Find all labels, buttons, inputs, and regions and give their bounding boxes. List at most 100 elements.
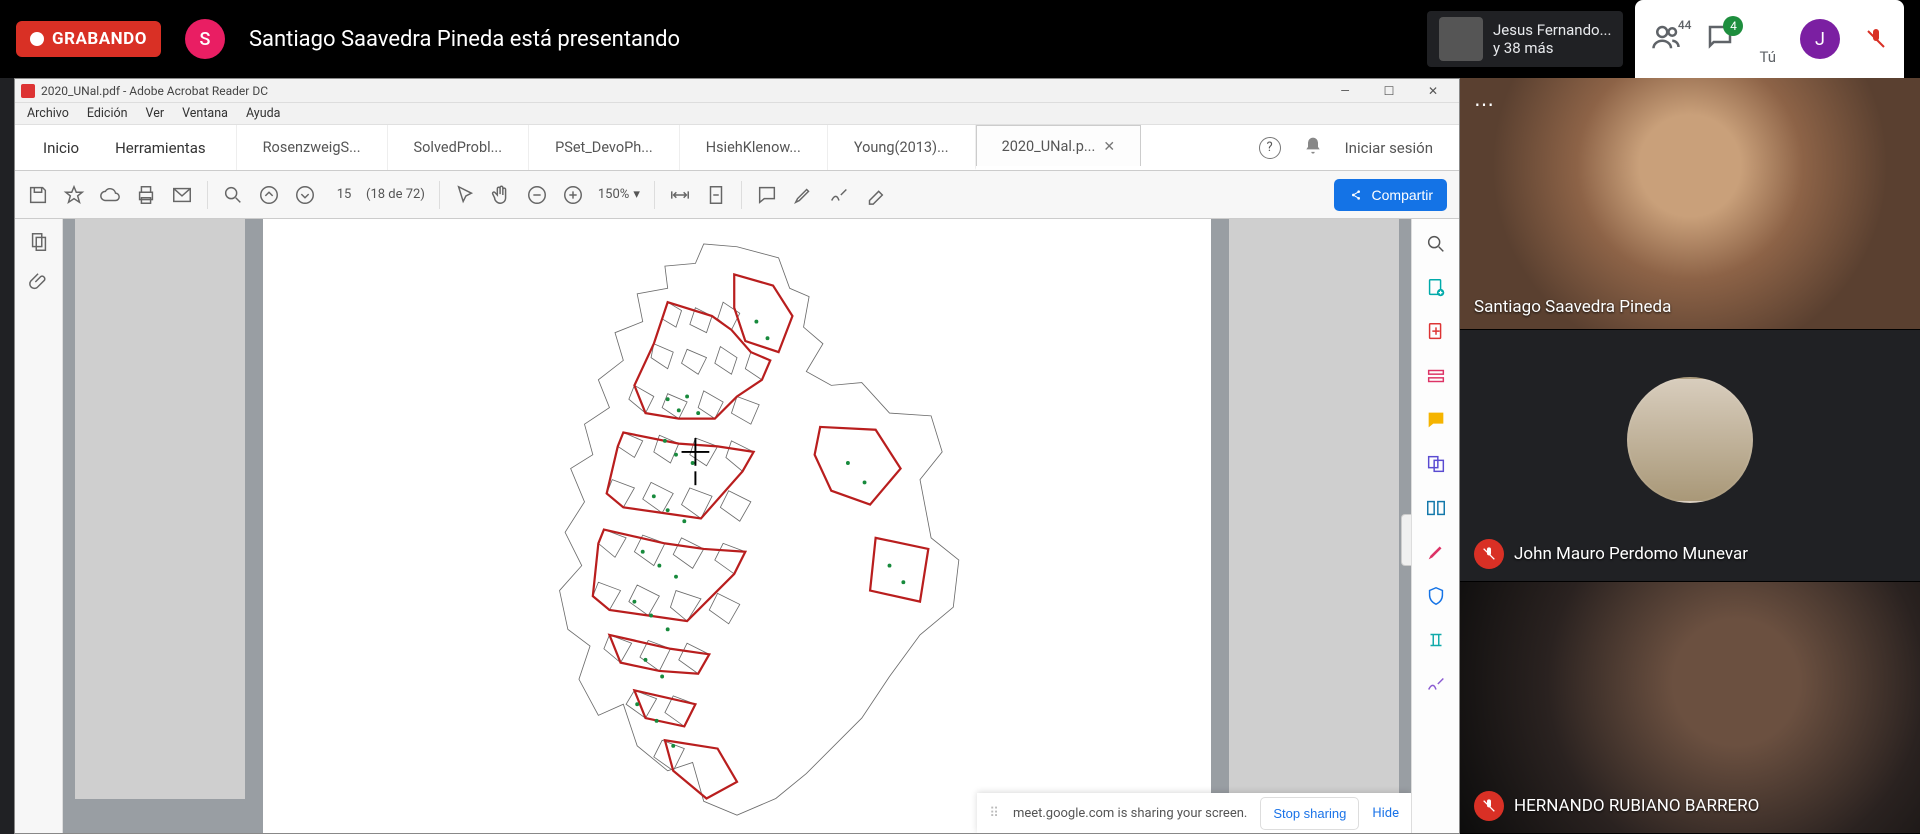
- sharing-notification: ⠿ meet.google.com is sharing your screen…: [977, 793, 1411, 833]
- people-count: 44: [1678, 18, 1692, 32]
- presenting-text: Santiago Saavedra Pineda está presentand…: [249, 27, 680, 52]
- video-column: ⋯ Santiago Saavedra Pineda John Mauro Pe…: [1460, 78, 1920, 834]
- zoom-out-icon[interactable]: [526, 184, 548, 206]
- video-tile[interactable]: John Mauro Perdomo Munevar: [1460, 330, 1920, 582]
- comment-icon[interactable]: [756, 184, 778, 206]
- presenter-avatar[interactable]: S: [185, 19, 225, 59]
- left-rail: [15, 219, 63, 833]
- grip-icon[interactable]: ⠿: [989, 806, 999, 821]
- tools-tab[interactable]: Herramientas: [97, 125, 224, 170]
- recording-label: GRABANDO: [52, 29, 147, 49]
- edit-pdf-icon[interactable]: [1425, 365, 1447, 387]
- participant-chip[interactable]: Jesus Fernando... y 38 más: [1427, 11, 1623, 67]
- zoom-level[interactable]: 150% ▾: [598, 187, 640, 202]
- people-button[interactable]: 44: [1651, 22, 1681, 56]
- you-initial: J: [1815, 29, 1825, 50]
- star-icon[interactable]: [63, 184, 85, 206]
- zoom-in-icon[interactable]: [562, 184, 584, 206]
- sign-icon[interactable]: [828, 184, 850, 206]
- hide-link[interactable]: Hide: [1372, 806, 1399, 821]
- more-options-icon[interactable]: ⋯: [1474, 92, 1496, 116]
- attachments-icon[interactable]: [28, 271, 50, 293]
- doc-tab[interactable]: HsiehKlenow...: [679, 125, 827, 170]
- menu-item[interactable]: Ver: [146, 106, 165, 121]
- avatar: [1627, 377, 1753, 503]
- chip-name: Jesus Fernando...: [1493, 21, 1611, 39]
- signin-link[interactable]: Iniciar sesión: [1345, 139, 1433, 157]
- menu-item[interactable]: Edición: [87, 106, 128, 121]
- pointer-icon[interactable]: [454, 184, 476, 206]
- video-tile[interactable]: HERNANDO RUBIANO BARRERO: [1460, 582, 1920, 834]
- doc-tab[interactable]: Young(2013)...: [827, 125, 975, 170]
- fill-sign-icon[interactable]: [1425, 673, 1447, 695]
- chip-avatar: [1439, 17, 1483, 61]
- meet-topbar: GRABANDO S Santiago Saavedra Pineda está…: [0, 0, 1920, 78]
- page-total: (18 de 72): [366, 187, 425, 202]
- acrobat-window: 2020_UNal.pdf - Adobe Acrobat Reader DC …: [14, 78, 1460, 834]
- comment-tool-icon[interactable]: [1425, 409, 1447, 431]
- fit-width-icon[interactable]: [669, 184, 691, 206]
- mic-muted-icon: [1474, 539, 1504, 569]
- video-feed: [1460, 78, 1920, 329]
- print-icon[interactable]: [135, 184, 157, 206]
- bell-icon[interactable]: [1303, 136, 1323, 160]
- you-label: Tú: [1759, 48, 1776, 72]
- page-down-icon[interactable]: [294, 184, 316, 206]
- redact-icon[interactable]: [1425, 541, 1447, 563]
- chat-count: 4: [1723, 16, 1743, 36]
- participant-name: HERNANDO RUBIANO BARRERO: [1514, 796, 1759, 816]
- share-button[interactable]: Compartir: [1334, 179, 1447, 211]
- right-rail: [1411, 219, 1459, 833]
- menu-item[interactable]: Ventana: [182, 106, 228, 121]
- fit-page-icon[interactable]: [705, 184, 727, 206]
- export-pdf-icon[interactable]: [1425, 277, 1447, 299]
- organize-icon[interactable]: [1425, 497, 1447, 519]
- chevron-down-icon: ▾: [633, 187, 640, 202]
- meet-topbar-right: Jesus Fernando... y 38 más 44 4 Tú J: [1427, 0, 1904, 78]
- hand-icon[interactable]: [490, 184, 512, 206]
- save-icon[interactable]: [27, 184, 49, 206]
- search-icon[interactable]: [222, 184, 244, 206]
- doc-tab[interactable]: RosenzweigS...: [236, 125, 387, 170]
- cloud-icon[interactable]: [99, 184, 121, 206]
- mail-icon[interactable]: [171, 184, 193, 206]
- participant-name: Santiago Saavedra Pineda: [1474, 297, 1671, 317]
- close-button[interactable]: ✕: [1419, 84, 1447, 98]
- pages-panel-icon[interactable]: [28, 231, 50, 253]
- presenter-initial: S: [199, 29, 210, 50]
- maximize-button[interactable]: ☐: [1375, 84, 1403, 98]
- menu-item[interactable]: Ayuda: [246, 106, 281, 121]
- participant-name: John Mauro Perdomo Munevar: [1514, 544, 1748, 564]
- combine-icon[interactable]: [1425, 453, 1447, 475]
- highlight-icon[interactable]: [792, 184, 814, 206]
- document-viewport[interactable]: ⠿ meet.google.com is sharing your screen…: [63, 219, 1411, 833]
- colombia-map: [273, 225, 1201, 823]
- video-tile[interactable]: ⋯ Santiago Saavedra Pineda: [1460, 78, 1920, 330]
- mic-muted-icon: [1474, 791, 1504, 821]
- sharing-text: meet.google.com is sharing your screen.: [1013, 806, 1247, 821]
- acrobat-title: 2020_UNal.pdf - Adobe Acrobat Reader DC: [41, 84, 268, 98]
- help-icon[interactable]: ?: [1259, 137, 1281, 159]
- home-tab[interactable]: Inicio: [25, 125, 97, 170]
- stop-sharing-button[interactable]: Stop sharing: [1261, 798, 1358, 829]
- search-tool-icon[interactable]: [1425, 233, 1447, 255]
- doc-tab[interactable]: PSet_DevoPh...: [528, 125, 679, 170]
- compress-icon[interactable]: [1425, 629, 1447, 651]
- erase-icon[interactable]: [864, 184, 886, 206]
- page-input[interactable]: 15: [330, 187, 358, 202]
- mic-muted-icon[interactable]: [1864, 27, 1888, 51]
- doc-tab-active[interactable]: 2020_UNal.p...✕: [975, 125, 1141, 170]
- protect-icon[interactable]: [1425, 585, 1447, 607]
- you-avatar[interactable]: J: [1800, 19, 1840, 59]
- chip-more: y 38 más: [1493, 39, 1611, 57]
- acrobat-body: ⠿ meet.google.com is sharing your screen…: [15, 219, 1459, 833]
- minimize-button[interactable]: —: [1331, 84, 1359, 98]
- page-shadow: [75, 219, 245, 799]
- page-up-icon[interactable]: [258, 184, 280, 206]
- doc-tab[interactable]: SolvedProbl...: [387, 125, 529, 170]
- panel-collapse-handle[interactable]: [1401, 514, 1411, 566]
- close-tab-icon[interactable]: ✕: [1103, 139, 1115, 155]
- chat-button[interactable]: 4: [1705, 22, 1735, 56]
- create-pdf-icon[interactable]: [1425, 321, 1447, 343]
- menu-item[interactable]: Archivo: [27, 106, 69, 121]
